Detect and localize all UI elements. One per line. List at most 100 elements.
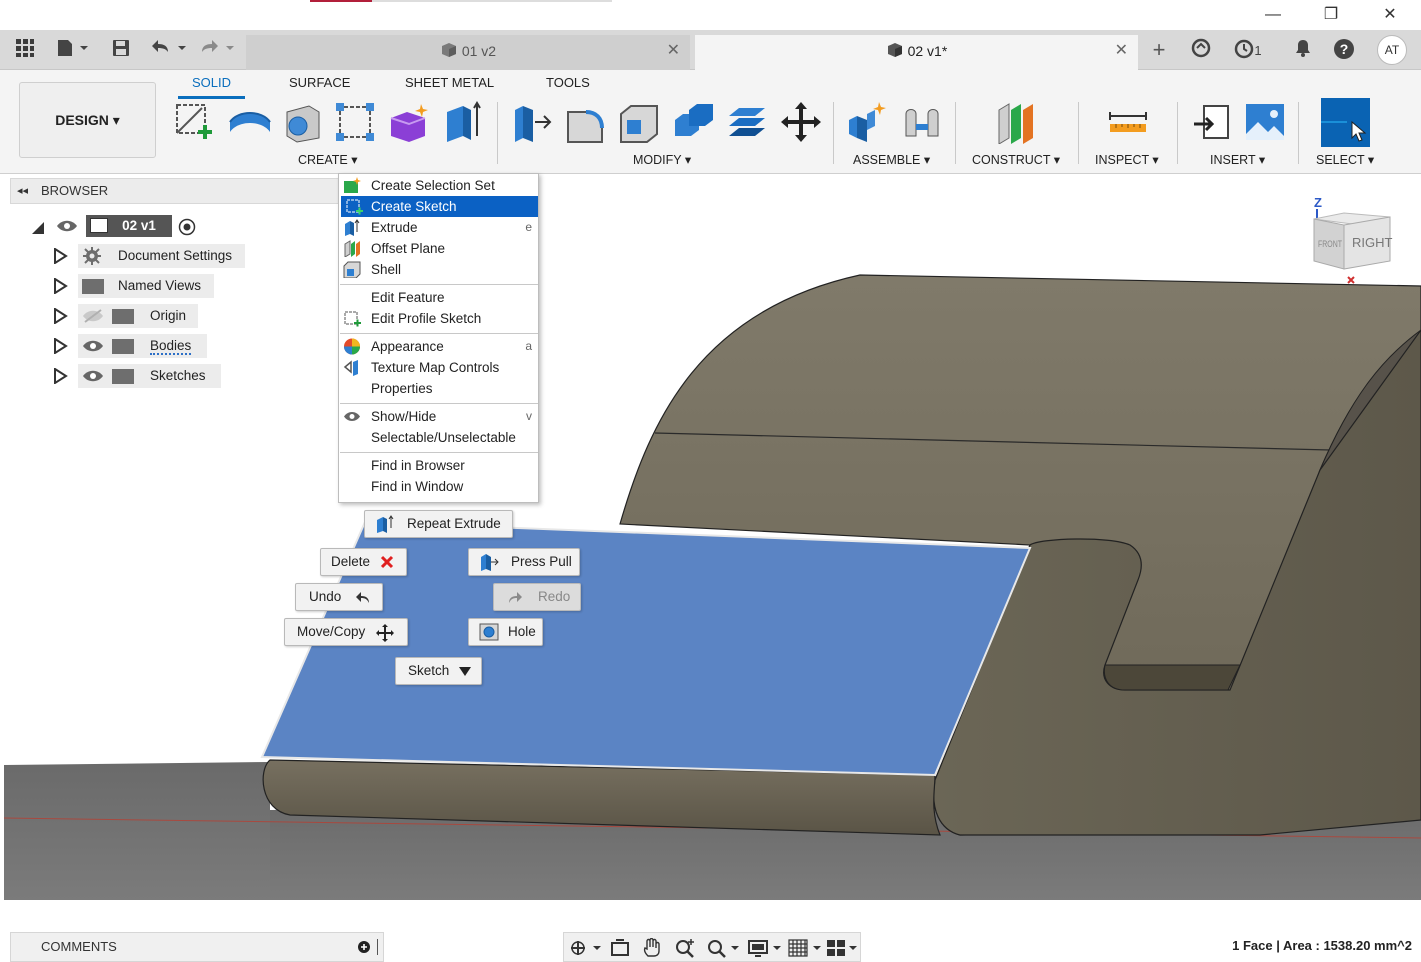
new-tab-button[interactable]: + [1144, 38, 1174, 62]
look-at-icon[interactable] [610, 939, 630, 957]
group-inspect[interactable]: INSPECT ▾ [1095, 152, 1159, 167]
menu-item-extrude[interactable]: Extrude e [339, 217, 538, 238]
group-construct[interactable]: CONSTRUCT ▾ [972, 152, 1060, 167]
new-component-icon[interactable] [845, 100, 889, 144]
collapse-browser-icon[interactable]: ◂◂ [17, 179, 28, 203]
create-sketch-icon[interactable] [172, 100, 216, 144]
construct-plane-icon[interactable] [995, 100, 1039, 145]
file-menu-icon[interactable] [54, 38, 92, 62]
browser-node-sketches[interactable]: Sketches [0, 364, 250, 388]
close-window-button[interactable]: ✕ [1375, 4, 1405, 26]
panel-grip[interactable] [377, 939, 378, 955]
group-assemble[interactable]: ASSEMBLE ▾ [853, 152, 930, 167]
browser-node-origin[interactable]: Origin [0, 304, 250, 328]
menu-item-offset-plane[interactable]: Offset Plane [339, 238, 538, 259]
job-status-icon[interactable]: 1 [1228, 38, 1268, 62]
undo-icon[interactable] [150, 38, 190, 62]
visibility-eye-icon[interactable] [82, 368, 104, 392]
group-select[interactable]: SELECT ▾ [1316, 152, 1374, 167]
menu-item-find-in-browser[interactable]: Find in Browser [339, 455, 538, 476]
node-body[interactable]: Named Views [78, 274, 214, 298]
shell-icon[interactable] [617, 100, 661, 144]
insert-derive-icon[interactable] [1190, 100, 1234, 144]
add-comment-icon[interactable] [358, 941, 370, 953]
close-tab-icon[interactable]: ✕ [667, 35, 680, 67]
solid-create-icon[interactable] [441, 100, 485, 144]
orbit-icon[interactable] [568, 939, 602, 957]
pan-hand-icon[interactable] [642, 938, 662, 958]
menu-item-texture-map-controls[interactable]: Texture Map Controls [339, 357, 538, 378]
tab-tools[interactable]: TOOLS [546, 75, 590, 90]
zoom-icon[interactable] [674, 938, 696, 958]
sketch-dropdown-button[interactable]: Sketch [395, 657, 482, 685]
form-icon[interactable] [387, 100, 431, 144]
user-avatar[interactable]: AT [1377, 35, 1409, 65]
select-tool-icon[interactable] [1321, 98, 1370, 147]
extrude-create-icon[interactable] [228, 100, 272, 144]
hidden-eye-icon[interactable] [82, 308, 104, 332]
node-body[interactable]: Sketches [78, 364, 221, 388]
viewports-icon[interactable] [826, 938, 860, 958]
comments-panel[interactable]: COMMENTS [10, 932, 384, 962]
extensions-icon[interactable] [1188, 38, 1214, 62]
undo-button[interactable]: Undo [295, 583, 383, 611]
apps-grid-icon[interactable] [12, 38, 38, 62]
activate-radio-icon[interactable] [178, 218, 196, 244]
expand-triangle-icon[interactable] [52, 248, 68, 264]
menu-item-create-selection-set[interactable]: Create Selection Set [339, 175, 538, 196]
notifications-bell-icon[interactable] [1290, 38, 1316, 62]
hole-button[interactable]: Hole [468, 618, 543, 646]
node-body[interactable]: Bodies [78, 334, 207, 358]
root-component[interactable]: 02 v1 [86, 215, 172, 237]
insert-canvas-icon[interactable] [1243, 100, 1287, 144]
view-cube[interactable]: Z FRONT RIGHT [1304, 193, 1394, 293]
browser-node-bodies[interactable]: Bodies [0, 334, 250, 358]
group-insert[interactable]: INSERT ▾ [1210, 152, 1265, 167]
workspace-switcher[interactable]: DESIGN ▾ [19, 82, 156, 158]
tab-02-v1[interactable]: 02 v1* ✕ [695, 35, 1138, 70]
collapse-triangle-icon[interactable] [30, 220, 44, 244]
tab-01-v2[interactable]: 01 v2 ✕ [246, 35, 690, 70]
group-create[interactable]: CREATE ▾ [298, 152, 358, 167]
fit-zoom-icon[interactable] [706, 938, 740, 958]
group-modify[interactable]: MODIFY ▾ [633, 152, 691, 167]
move-icon[interactable] [779, 100, 823, 144]
browser-root[interactable]: 02 v1 [0, 214, 240, 238]
visibility-eye-icon[interactable] [82, 338, 104, 362]
browser-node-document-settings[interactable]: Document Settings [0, 244, 250, 268]
pattern-icon[interactable] [333, 100, 377, 144]
visibility-eye-icon[interactable] [56, 218, 78, 242]
offset-face-icon[interactable] [725, 100, 769, 144]
expand-triangle-icon[interactable] [52, 338, 68, 354]
combine-icon[interactable] [671, 100, 715, 144]
node-body[interactable]: Origin [78, 304, 198, 328]
expand-triangle-icon[interactable] [52, 308, 68, 324]
move-copy-button[interactable]: Move/Copy [284, 618, 408, 646]
press-pull-button[interactable]: Press Pull [468, 548, 580, 576]
joint-icon[interactable] [900, 100, 944, 144]
browser-header[interactable]: ◂◂ BROWSER [10, 178, 340, 204]
save-icon[interactable] [108, 38, 134, 62]
tab-sheet-metal[interactable]: SHEET METAL [405, 75, 494, 90]
menu-item-properties[interactable]: Properties [339, 378, 538, 399]
help-icon[interactable]: ? [1331, 38, 1357, 62]
menu-item-appearance[interactable]: Appearance a [339, 336, 538, 357]
node-body[interactable]: Document Settings [78, 244, 245, 268]
menu-item-show-hide[interactable]: Show/Hide v [339, 406, 538, 427]
menu-item-selectable[interactable]: Selectable/Unselectable [339, 427, 538, 448]
press-pull-icon[interactable] [511, 100, 555, 144]
browser-node-named-views[interactable]: Named Views [0, 274, 250, 298]
minimize-button[interactable]: — [1258, 4, 1288, 26]
fillet-icon[interactable] [564, 100, 608, 144]
display-settings-icon[interactable] [748, 938, 782, 958]
menu-item-create-sketch[interactable]: Create Sketch [341, 196, 538, 217]
menu-item-find-in-window[interactable]: Find in Window [339, 476, 538, 497]
measure-icon[interactable] [1106, 100, 1150, 144]
menu-item-edit-feature[interactable]: Edit Feature [339, 287, 538, 308]
restore-button[interactable]: ❐ [1316, 4, 1346, 26]
close-tab-icon[interactable]: ✕ [1115, 35, 1128, 67]
menu-item-shell[interactable]: Shell [339, 259, 538, 280]
revolve-icon[interactable] [281, 100, 325, 144]
menu-item-edit-profile-sketch[interactable]: Edit Profile Sketch [339, 308, 538, 329]
grid-settings-icon[interactable] [788, 938, 822, 958]
